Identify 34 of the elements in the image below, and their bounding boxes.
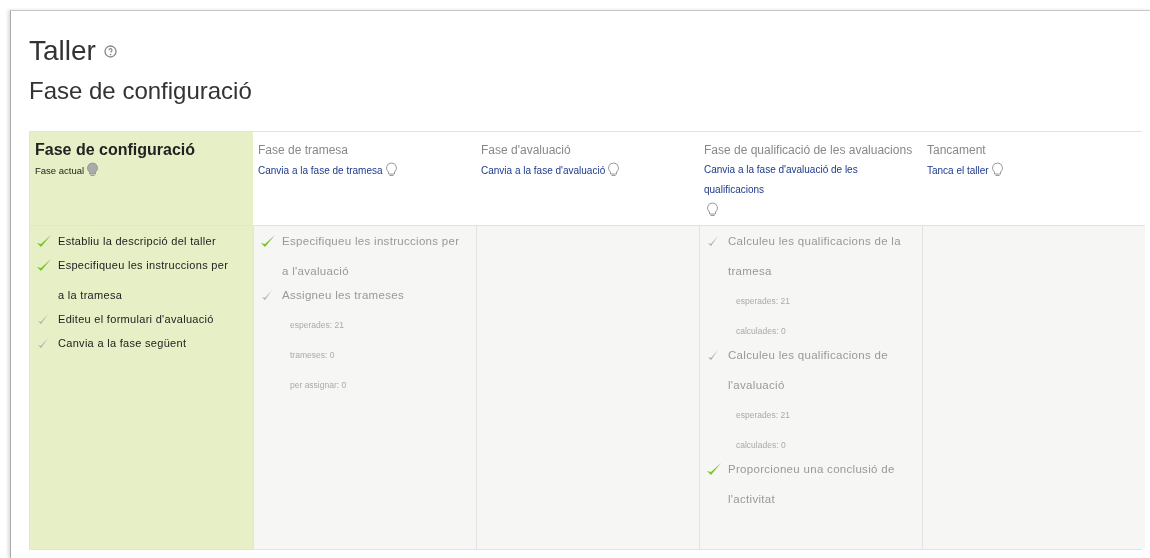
- phase-switch-link[interactable]: Canvia a la fase d'avaluació: [481, 161, 606, 181]
- task-label: Especifiqueu les instruccions per a la tramesa: [58, 258, 230, 303]
- task-detail: per assignar: 0: [290, 379, 348, 392]
- task-label: Calculeu les qualificacions de la tramesa: [728, 234, 902, 279]
- task-detail: esperades: 21: [736, 295, 791, 308]
- task-label: Assigneu les trameses: [282, 288, 405, 303]
- lightbulb-icon[interactable]: [86, 162, 100, 177]
- phase-title: Fase d'avaluació: [481, 142, 571, 159]
- phase-switch-link[interactable]: Tanca el taller: [927, 161, 989, 181]
- lightbulb-icon[interactable]: [607, 162, 621, 177]
- task-label: Canvia a la fase següent: [58, 336, 188, 351]
- task-detail: trameses: 0: [290, 349, 336, 362]
- lightbulb-icon[interactable]: [706, 202, 719, 217]
- phase-title: Tancament: [927, 142, 986, 159]
- help-icon[interactable]: [103, 44, 117, 58]
- phase-title: Fase de tramesa: [258, 142, 349, 159]
- section-title: Fase de configuració: [29, 76, 253, 106]
- task-detail: esperades: 21: [290, 319, 345, 332]
- task-detail: calculades: 0: [736, 439, 787, 452]
- lightbulb-icon[interactable]: [990, 162, 1004, 177]
- phase-title: Fase de qualificació de les avaluacions: [704, 142, 913, 159]
- task-label: Establiu la descripció del taller: [58, 234, 217, 249]
- phase-switch-link[interactable]: Canvia a la fase d'avaluació de les qualificacions: [704, 160, 917, 200]
- phase-status: Fase actual: [35, 165, 85, 176]
- task-detail: calculades: 0: [736, 325, 787, 338]
- task-detail: esperades: 21: [736, 409, 791, 422]
- task-label: Calculeu les qualificacions de l'avaluació: [728, 348, 889, 393]
- page-title: Taller: [29, 35, 96, 67]
- phase-switch-link[interactable]: Canvia a la fase de tramesa: [258, 161, 383, 181]
- phase-title: Fase de configuració: [35, 140, 196, 160]
- task-label: Especifiqueu les instruccions per a l'avaluació: [282, 234, 460, 279]
- task-label: Editeu el formulari d'avaluació: [58, 312, 215, 327]
- lightbulb-icon[interactable]: [384, 162, 398, 177]
- task-label: Proporcioneu una conclusió de l'activitat: [728, 462, 896, 507]
